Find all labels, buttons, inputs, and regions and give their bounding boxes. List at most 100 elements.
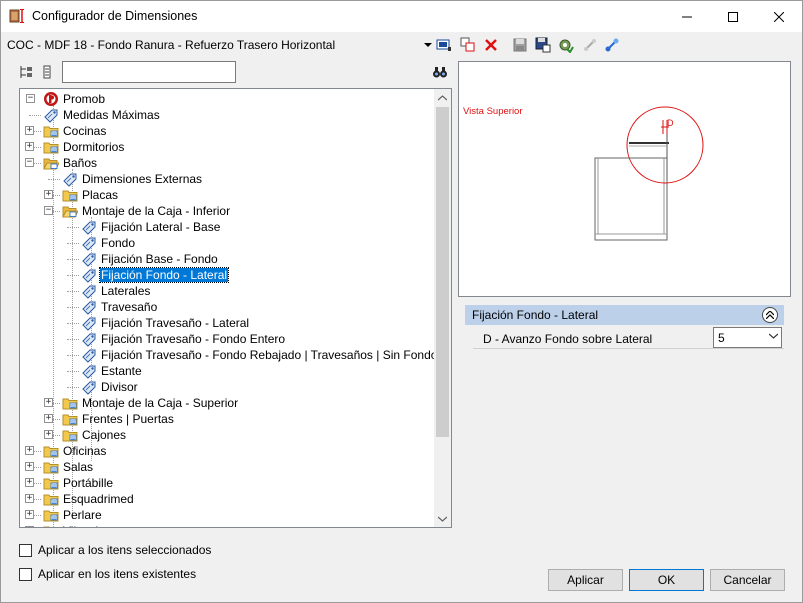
expand-icon[interactable]: + <box>44 190 53 199</box>
title-bar: Configurador de Dimensiones <box>1 1 802 32</box>
tree-item[interactable]: + Salas <box>20 459 434 475</box>
tree-vertical-scrollbar[interactable] <box>434 89 451 527</box>
tree-item[interactable]: Fijación Travesaño - Fondo Entero <box>20 331 434 347</box>
tree-item[interactable]: Laterales <box>20 283 434 299</box>
tree-expand-icon[interactable] <box>17 63 35 81</box>
tree-item[interactable]: + Frentes | Puertas <box>20 411 434 427</box>
copy-icon[interactable] <box>459 36 477 54</box>
tree-item[interactable]: Fijación Travesaño - Lateral <box>20 315 434 331</box>
expand-icon[interactable]: + <box>25 510 34 519</box>
expand-icon[interactable]: + <box>25 126 34 135</box>
folder-icon <box>43 139 59 155</box>
tag-icon <box>62 171 78 187</box>
tree-item[interactable]: + Dormitorios <box>20 139 434 155</box>
property-value-select[interactable]: 5 <box>713 327 782 348</box>
tree-item[interactable]: Estante <box>20 363 434 379</box>
settings-icon[interactable] <box>557 36 575 54</box>
maximize-icon <box>728 11 738 22</box>
ok-button[interactable]: OK <box>629 569 704 591</box>
collapse-icon[interactable]: − <box>25 158 34 167</box>
tag-icon <box>81 331 97 347</box>
tag-icon <box>81 251 97 267</box>
tree-item-label: Cajones <box>82 428 127 442</box>
folder-icon <box>43 475 59 491</box>
cancel-button[interactable]: Cancelar <box>710 569 785 591</box>
tree-item-label: Salas <box>63 460 94 474</box>
expand-icon[interactable]: + <box>25 526 34 527</box>
link-active-icon[interactable] <box>603 36 621 54</box>
tree-item[interactable]: Fijación Lateral - Base <box>20 219 434 235</box>
cabinet-dimension-icon <box>9 9 24 23</box>
folder-icon <box>43 491 59 507</box>
binoculars-icon[interactable] <box>431 63 449 81</box>
tree-item[interactable]: + Placas <box>20 187 434 203</box>
dimension-tree[interactable]: − Promob Medidas Máximas + Cocinas + Dormitori… <box>19 88 452 528</box>
folder-open-icon <box>62 203 79 219</box>
collapse-icon[interactable]: − <box>44 206 53 215</box>
maximize-button[interactable] <box>710 1 756 32</box>
tree-item[interactable]: Divisor <box>20 379 434 395</box>
expand-icon[interactable]: + <box>25 142 34 151</box>
close-button[interactable] <box>756 1 802 32</box>
configuration-name[interactable]: COC - MDF 18 - Fondo Ranura - Refuerzo T… <box>7 38 335 52</box>
properties-group-header[interactable]: Fijación Fondo - Lateral <box>465 305 784 325</box>
tree-item[interactable]: + Portábille <box>20 475 434 491</box>
delete-icon[interactable] <box>482 36 500 54</box>
screen-icon[interactable] <box>435 36 453 54</box>
link-icon[interactable] <box>581 36 599 54</box>
dimension-configurator-window: Configurador de Dimensiones COC - MDF 18… <box>0 0 803 603</box>
chevron-double-up-icon <box>766 311 774 319</box>
tree-item[interactable]: Fijación Travesaño - Fondo Rebajado | Tr… <box>20 347 434 363</box>
tree-item[interactable]: + Perlare <box>20 507 434 523</box>
save-as-icon[interactable] <box>534 36 552 54</box>
scroll-down-button[interactable] <box>434 510 451 527</box>
expand-icon[interactable]: + <box>44 398 53 407</box>
apply-selected-checkbox[interactable] <box>19 544 32 557</box>
tree-item-label: Dormitorios <box>63 140 125 154</box>
collapse-icon[interactable]: − <box>26 94 35 103</box>
collapse-button[interactable] <box>762 307 778 323</box>
tree-item[interactable]: + Esquadrimed <box>20 491 434 507</box>
minimize-button[interactable] <box>664 1 710 32</box>
apply-selected-label: Aplicar a los itens seleccionados <box>38 543 212 557</box>
tree-item[interactable]: Fondo <box>20 235 434 251</box>
tree-item[interactable]: − Baños <box>20 155 434 171</box>
save-icon[interactable] <box>511 36 529 54</box>
expand-icon[interactable]: + <box>25 478 34 487</box>
scrollbar-thumb[interactable] <box>436 107 449 437</box>
tree-item[interactable]: Fijación Base - Fondo <box>20 251 434 267</box>
tree-item[interactable]: + Oficinas <box>20 443 434 459</box>
tree-item[interactable]: − Promob <box>20 91 434 107</box>
close-icon <box>774 11 784 22</box>
expand-icon[interactable]: + <box>25 446 34 455</box>
tree-connector <box>67 243 79 244</box>
tree-item[interactable]: Dimensiones Externas <box>20 171 434 187</box>
expand-icon[interactable]: + <box>44 414 53 423</box>
tree-item[interactable]: Travesaño <box>20 299 434 315</box>
tree-item-label: Divisor <box>101 380 138 394</box>
expand-icon[interactable]: + <box>25 494 34 503</box>
tree-list-icon[interactable] <box>39 63 57 81</box>
tag-icon <box>81 315 97 331</box>
tree-item[interactable]: − Montaje de la Caja - Inferior <box>20 203 434 219</box>
tree-item[interactable]: + Cocinas <box>20 123 434 139</box>
expand-icon[interactable]: + <box>44 430 53 439</box>
tree-search-input[interactable] <box>62 61 236 83</box>
configuration-toolbar: COC - MDF 18 - Fondo Ranura - Refuerzo T… <box>1 32 802 58</box>
tree-item-label: Esquadrimed <box>63 492 134 506</box>
apply-existing-checkbox[interactable] <box>19 568 32 581</box>
scroll-up-button[interactable] <box>434 89 451 106</box>
folder-open-icon <box>43 155 60 171</box>
apply-existing-label: Aplicar en los itens existentes <box>38 567 197 581</box>
apply-button[interactable]: Aplicar <box>548 569 623 591</box>
tree-connector <box>29 115 41 116</box>
tree-item[interactable]: Fijación Fondo - Lateral <box>20 267 434 283</box>
tree-item-label: Oficinas <box>63 444 107 458</box>
expand-icon[interactable]: + <box>25 462 34 471</box>
tag-icon <box>81 379 97 395</box>
tree-item-label: Montaje de la Caja - Superior <box>82 396 239 410</box>
tree-item[interactable]: + Vilsonia <box>20 523 434 527</box>
tree-item[interactable]: Medidas Máximas <box>20 107 434 123</box>
tree-item[interactable]: + Cajones <box>20 427 434 443</box>
tree-item[interactable]: + Montaje de la Caja - Superior <box>20 395 434 411</box>
